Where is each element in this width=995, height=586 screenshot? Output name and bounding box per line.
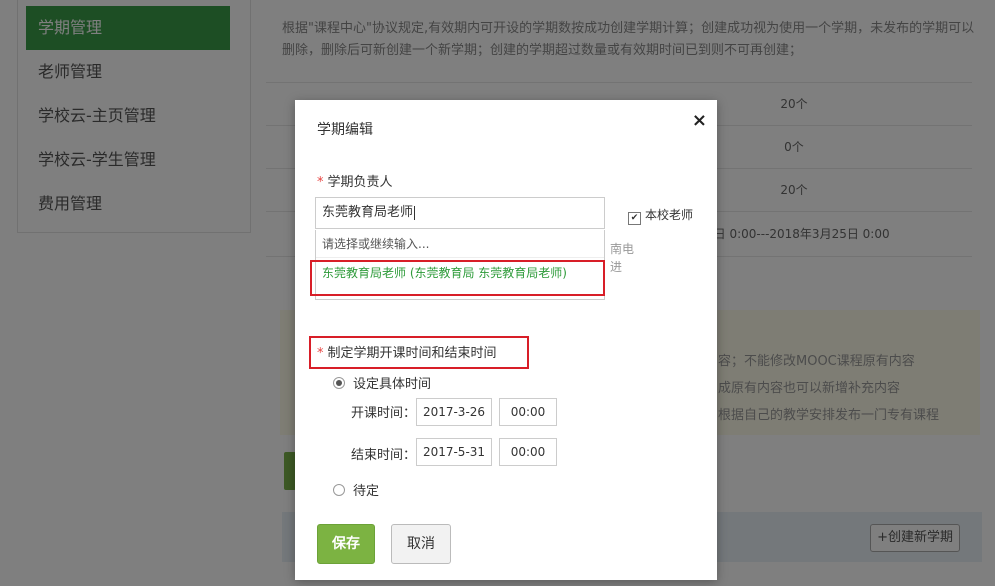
radio-specific-label: 设定具体时间 [353, 377, 432, 392]
end-date-input[interactable]: 2017-5-31 [416, 438, 492, 466]
person-label-text: 学期负责人 [327, 175, 393, 190]
cancel-button[interactable]: 取消 [391, 524, 451, 564]
radio-selected-icon [333, 377, 345, 389]
end-time-input[interactable]: 00:00 [499, 438, 557, 466]
person-input[interactable]: 东莞教育局老师 [315, 197, 605, 229]
start-time-input[interactable]: 00:00 [499, 398, 557, 426]
background-bleed-text: 南电 [610, 242, 635, 256]
required-mark: * [317, 346, 324, 361]
time-section-text: 制定学期开课时间和结束时间 [327, 346, 497, 361]
text-caret [414, 205, 416, 220]
radio-pending[interactable]: 待定 [333, 480, 379, 499]
radio-pending-label: 待定 [353, 484, 380, 499]
own-school-checkbox[interactable]: ✔ 本校老师 [628, 206, 693, 225]
start-time-label: 开课时间： [351, 406, 417, 421]
person-input-value: 东莞教育局老师 [322, 205, 414, 220]
checkbox-checked-icon: ✔ [628, 212, 641, 225]
dialog-title: 学期编辑 [317, 122, 373, 138]
time-section-label: * 制定学期开课时间和结束时间 [317, 342, 497, 361]
close-icon[interactable]: × [692, 110, 707, 131]
end-time-label: 结束时间： [351, 448, 417, 463]
start-date-input[interactable]: 2017-3-26 [416, 398, 492, 426]
radio-unselected-icon [333, 484, 345, 496]
term-edit-dialog: 学期编辑 × * 学期负责人 东莞教育局老师 ✔ 本校老师 南电 进 请选择或继续输… [295, 100, 717, 580]
person-field-label: * 学期负责人 [317, 171, 393, 190]
suggestion-hint: 请选择或继续输入... [316, 230, 604, 258]
suggestion-option[interactable]: 东莞教育局老师 (东莞教育局 东莞教育局老师) [316, 258, 604, 288]
own-school-label: 本校老师 [645, 208, 694, 222]
radio-specific-time[interactable]: 设定具体时间 [333, 373, 431, 392]
background-bleed-text: 进 [610, 260, 623, 274]
save-button[interactable]: 保存 [317, 524, 375, 564]
person-suggestion-list: 请选择或继续输入... 东莞教育局老师 (东莞教育局 东莞教育局老师) [315, 230, 605, 300]
required-mark: * [317, 175, 324, 190]
